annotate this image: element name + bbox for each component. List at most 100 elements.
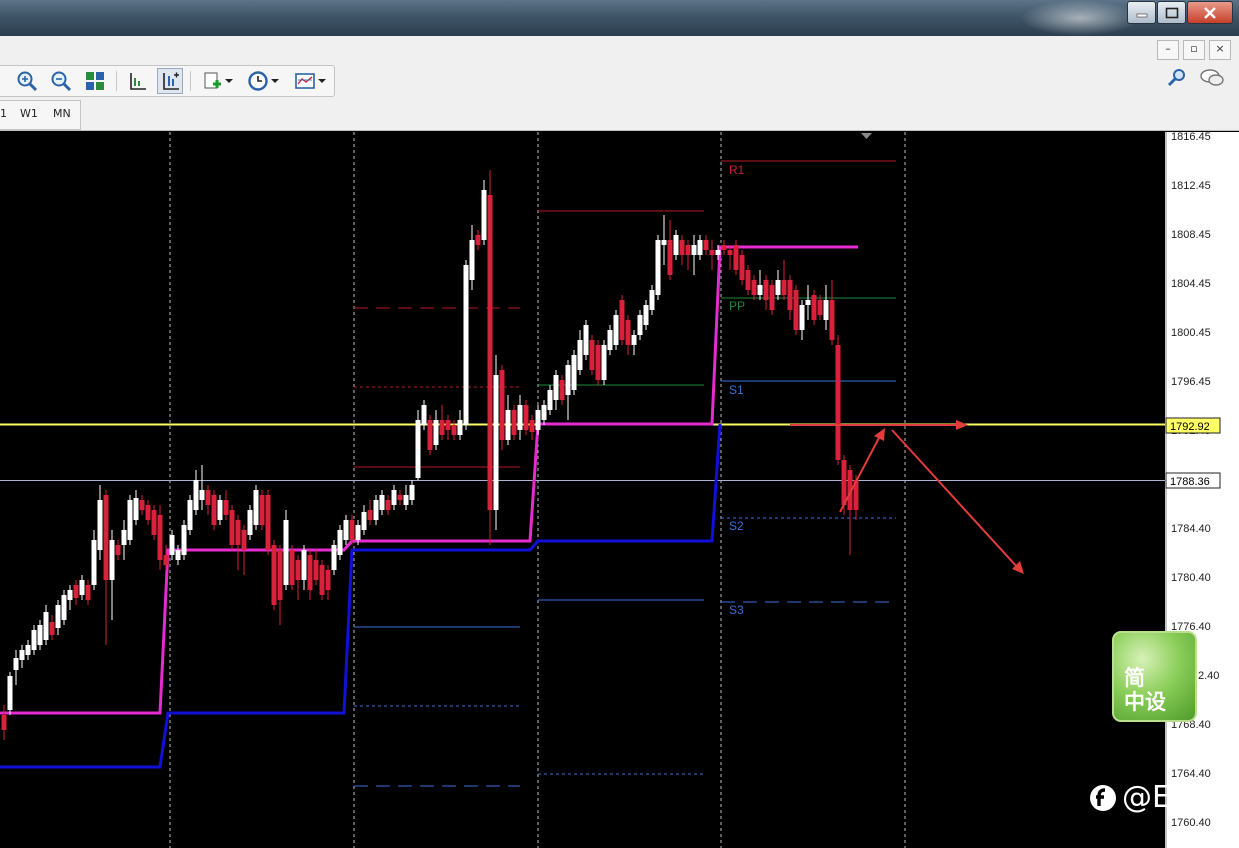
- candle-body: [661, 240, 667, 245]
- templates-button[interactable]: [292, 68, 326, 94]
- candle-body: [541, 405, 547, 420]
- pivot-levels-session-4: [538, 210, 704, 775]
- candle-body: [769, 285, 775, 310]
- chart-toolbar: [0, 62, 1239, 98]
- candle-body: [343, 520, 349, 540]
- maximize-button[interactable]: [1157, 1, 1186, 24]
- marker-price-value: 1788.36: [1170, 476, 1210, 488]
- candle-body: [43, 612, 49, 640]
- timeframe-item[interactable]: 1: [0, 107, 7, 120]
- mdi-restore-button[interactable]: ▫: [1183, 40, 1205, 60]
- candle-body: [79, 580, 85, 595]
- candle-body: [283, 520, 289, 585]
- candle-body: [433, 420, 439, 445]
- mdi-minimize-button[interactable]: –: [1157, 40, 1179, 60]
- search-icon[interactable]: [1167, 68, 1187, 88]
- candle-body: [379, 495, 385, 510]
- candle-body: [385, 500, 391, 510]
- candle-body: [139, 500, 145, 510]
- candle-body: [235, 520, 241, 545]
- timeframe-bar: 1 W1 MN: [0, 98, 1239, 131]
- candle-body: [763, 280, 769, 300]
- price-axis-label: 1800.45: [1171, 327, 1211, 339]
- candle-body: [163, 555, 169, 565]
- candle-body: [577, 340, 583, 370]
- candle-body: [229, 510, 235, 545]
- candle-body: [55, 605, 61, 628]
- candle-body: [781, 280, 787, 295]
- price-axis-label: 1780.40: [1171, 572, 1211, 584]
- window-titlebar: [0, 0, 1239, 36]
- toolbar-separator: [190, 71, 191, 91]
- session-separators: [169, 132, 906, 848]
- candle-body: [745, 270, 751, 290]
- pivot-label-s3: S3: [729, 603, 744, 617]
- chart-shift-button[interactable]: [124, 68, 150, 94]
- candle-body: [313, 560, 319, 580]
- candle-body: [301, 550, 307, 580]
- candle-body: [721, 245, 727, 250]
- candle-body: [553, 375, 559, 400]
- candle-body: [697, 240, 703, 255]
- candle-body: [445, 420, 451, 430]
- mdi-controls: – ▫ ×: [1153, 40, 1231, 60]
- watermark-badge-line1: 简: [1124, 666, 1145, 690]
- candle-body: [271, 545, 277, 605]
- titlebar-glare: [1020, 0, 1140, 36]
- minimize-button[interactable]: [1127, 1, 1156, 24]
- candle-body: [649, 290, 655, 310]
- candle-body: [535, 410, 541, 430]
- candle-body: [829, 300, 835, 340]
- zoom-out-button[interactable]: [48, 68, 74, 94]
- timeframe-item[interactable]: W1: [20, 107, 38, 120]
- candle-body: [145, 505, 151, 520]
- candle-body: [61, 595, 67, 620]
- timeframe-item[interactable]: MN: [53, 107, 71, 120]
- autoscroll-button[interactable]: [157, 68, 183, 94]
- candle-body: [73, 585, 79, 598]
- candle-body: [655, 240, 661, 295]
- price-axis-label: 1796.45: [1171, 376, 1211, 388]
- minimize-icon: [1136, 13, 1147, 17]
- tile-windows-icon: [86, 72, 104, 90]
- candle-body: [595, 345, 601, 380]
- candle-body: [817, 300, 823, 315]
- candle-body: [373, 500, 379, 520]
- candle-body: [115, 545, 121, 555]
- price-axis-label: 1808.45: [1171, 229, 1211, 241]
- price-chart[interactable]: R1 PP S1 S2 S3 1816.45 1812.45 1808.45 1…: [0, 132, 1239, 848]
- candle-body: [583, 325, 589, 355]
- candle-body: [715, 250, 721, 255]
- candle-body: [199, 490, 205, 500]
- close-button[interactable]: [1187, 1, 1233, 24]
- candle-body: [733, 245, 739, 270]
- current-price-value: 1792.92: [1170, 421, 1210, 433]
- tile-windows-button[interactable]: [82, 68, 108, 94]
- candle-body: [619, 300, 625, 340]
- candle-body: [391, 490, 397, 505]
- candle-body: [571, 355, 577, 390]
- zoom-in-button[interactable]: [14, 68, 40, 94]
- candle-body: [331, 545, 337, 570]
- chat-icon[interactable]: [1199, 68, 1225, 88]
- candle-body: [751, 280, 757, 295]
- candle-body: [457, 420, 463, 435]
- candle-body: [169, 535, 175, 555]
- chart-shift-marker: [861, 133, 872, 139]
- mdi-close-button[interactable]: ×: [1209, 40, 1231, 60]
- candle-body: [187, 500, 193, 530]
- candle-body: [193, 480, 199, 510]
- candle-body: [259, 495, 265, 525]
- candle-body: [157, 515, 163, 560]
- indicators-button[interactable]: [199, 68, 233, 94]
- price-axis-label: 1804.45: [1171, 278, 1211, 290]
- watermark-handle: @Erbw: [1088, 780, 1227, 815]
- candle-body: [181, 525, 187, 555]
- periods-button[interactable]: [245, 68, 279, 94]
- candle-body: [97, 500, 103, 550]
- candle-body: [805, 300, 811, 305]
- candle-body: [691, 245, 697, 255]
- candle-body: [67, 590, 73, 600]
- candle-body: [559, 380, 565, 400]
- candle-body: [685, 245, 691, 255]
